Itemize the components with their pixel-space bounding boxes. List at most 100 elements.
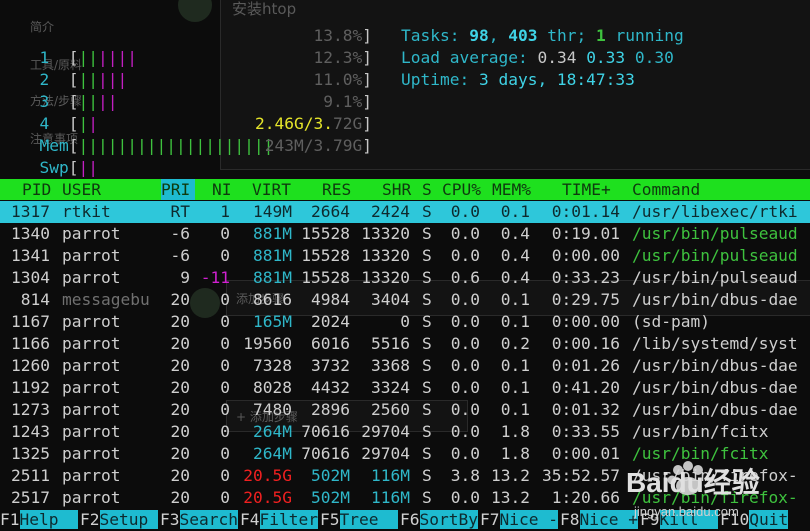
- cell-shr: 5516: [371, 334, 410, 353]
- col-user[interactable]: USER: [62, 179, 101, 200]
- cell-virt: 881M: [253, 268, 292, 287]
- cell-res: 2664: [311, 202, 350, 221]
- cell-time: 0:00.00: [551, 312, 620, 331]
- cell-s: S: [422, 400, 432, 419]
- cell-user: parrot: [62, 356, 121, 375]
- cell-time: 0:01.14: [551, 202, 620, 221]
- fkey-f2[interactable]: F2Setup: [80, 509, 160, 531]
- fkey-label: Tree: [339, 510, 398, 529]
- cell-pri: 20: [170, 422, 191, 441]
- cell-pid: 2511: [11, 466, 50, 485]
- cell-time: 0:00.01: [551, 444, 620, 463]
- cell-mem: 0.4: [500, 224, 530, 243]
- cell-cpu: 0.0: [450, 246, 480, 265]
- col-virt[interactable]: VIRT: [252, 179, 291, 200]
- cell-virt: 881M: [253, 224, 292, 243]
- table-row[interactable]: 1340 parrot -6 0 881M 15528 13320 S 0.0 0.4 0:19.0…: [0, 223, 810, 245]
- cell-mem: 13.2: [491, 488, 530, 507]
- fkey-label: Search: [179, 510, 238, 529]
- cell-time: 0:33.23: [551, 268, 620, 287]
- cell-mem: 0.4: [500, 268, 530, 287]
- cell-cpu: 0.0: [450, 290, 480, 309]
- fkey-label: Filter: [259, 510, 318, 529]
- cell-time: 1:20.66: [551, 488, 620, 507]
- fkey-f5[interactable]: F5Tree: [320, 509, 400, 531]
- cell-ni: 0: [220, 290, 230, 309]
- cell-cpu: 0.0: [450, 202, 480, 221]
- fkey-f3[interactable]: F3Search: [160, 509, 240, 531]
- table-row[interactable]: 1167 parrot 20 0 165M 2024 0 S 0.0 0.1 0:00.00 (sd-…: [0, 311, 810, 333]
- table-row[interactable]: 1243 parrot 20 0 264M 70616 29704 S 0.0 1.8 0:33.5…: [0, 421, 810, 443]
- cpu-meter-1: 1 [|||||| 13.8%]: [39, 26, 373, 67]
- cell-res: 15528: [301, 246, 350, 265]
- cell-pid: 1273: [11, 400, 50, 419]
- fkey-f6[interactable]: F6SortBy: [400, 509, 480, 531]
- table-row[interactable]: 1304 parrot 9 -11 881M 15528 13320 S 0.6 0.4 0:33.…: [0, 267, 810, 289]
- cell-cpu: 0.0: [450, 422, 480, 441]
- cell-virt: 7480: [253, 400, 292, 419]
- cell-pri: 20: [170, 444, 191, 463]
- col-res[interactable]: RES: [322, 179, 351, 200]
- cell-pri: RT: [170, 202, 191, 221]
- process-table-header: PID USER PRI NI VIRT RES SHR S CPU% MEM%…: [0, 179, 810, 200]
- cell-time: 0:01.32: [551, 400, 620, 419]
- cell-s: S: [422, 290, 432, 309]
- fkey-key: F4: [240, 510, 260, 529]
- cell-cmd: /usr/bin/dbus-dae: [632, 378, 798, 397]
- fkey-f1[interactable]: F1Help: [0, 509, 80, 531]
- cell-res: 6016: [311, 334, 350, 353]
- cell-shr: 29704: [361, 444, 410, 463]
- cell-cpu: 0.0: [450, 444, 480, 463]
- cell-s: S: [422, 246, 432, 265]
- cell-shr: 116M: [371, 488, 410, 507]
- table-row[interactable]: 814 messagebu 20 0 8616 4984 3404 S 0.0 0.1 0:29.7…: [0, 289, 810, 311]
- cell-ni: 0: [220, 224, 230, 243]
- fkey-f7[interactable]: F7Nice -: [480, 509, 560, 531]
- table-row[interactable]: 1166 parrot 20 0 19560 6016 5516 S 0.0 0.2 0:00.16…: [0, 333, 810, 355]
- col-time[interactable]: TIME+: [562, 179, 611, 200]
- cell-ni: 0: [220, 246, 230, 265]
- cell-shr: 2424: [371, 202, 410, 221]
- cell-res: 502M: [311, 488, 350, 507]
- col-ni[interactable]: NI: [212, 179, 232, 200]
- watermark-brand: Baidu经验: [626, 466, 760, 498]
- cell-pid: 1325: [11, 444, 50, 463]
- col-mem[interactable]: MEM%: [492, 179, 531, 200]
- cell-pid: 1304: [11, 268, 50, 287]
- cell-s: S: [422, 334, 432, 353]
- col-shr[interactable]: SHR: [382, 179, 411, 200]
- cell-cpu: 0.0: [450, 400, 480, 419]
- col-command[interactable]: Command: [632, 179, 700, 200]
- col-cpu[interactable]: CPU%: [442, 179, 481, 200]
- cell-time: 0:29.75: [551, 290, 620, 309]
- cell-pid: 1166: [11, 334, 50, 353]
- cell-time: 0:01.26: [551, 356, 620, 375]
- ghost-avatar: [178, 0, 212, 22]
- fkey-f4[interactable]: F4Filter: [240, 509, 320, 531]
- cell-user: parrot: [62, 400, 121, 419]
- table-row[interactable]: 1192 parrot 20 0 8028 4432 3324 S 0.0 0.1 0:41.20 /…: [0, 377, 810, 399]
- tasks-summary: Tasks: 98, 403 thr; 1 running: [401, 26, 684, 45]
- col-state[interactable]: S: [422, 179, 432, 200]
- cell-res: 4432: [311, 378, 350, 397]
- table-row[interactable]: 1273 parrot 20 0 7480 2896 2560 S 0.0 0.1 0:01.32 /…: [0, 399, 810, 421]
- cell-mem: 0.1: [500, 202, 530, 221]
- cell-ni: 1: [220, 202, 230, 221]
- cell-user: parrot: [62, 334, 121, 353]
- col-pri[interactable]: PRI: [161, 179, 195, 200]
- table-row[interactable]: 1260 parrot 20 0 7328 3732 3368 S 0.0 0.1 0:01.26 /…: [0, 355, 810, 377]
- cell-user: messagebu: [62, 290, 150, 309]
- cell-cmd: /usr/bin/pulseaud: [632, 268, 798, 287]
- cell-user: parrot: [62, 378, 121, 397]
- cell-pri: 20: [170, 378, 191, 397]
- cpu-meter-2: 2 [||||| 12.3%]: [39, 48, 373, 89]
- cell-mem: 13.2: [491, 466, 530, 485]
- col-pid[interactable]: PID: [22, 179, 51, 200]
- fkey-key: F2: [80, 510, 100, 529]
- table-row-selected[interactable]: 1317 rtkit RT 1 149M 2664 2424 S 0.0 0.1 0:01.14/u…: [0, 201, 810, 223]
- table-row[interactable]: 1341 parrot -6 0 881M 15528 13320 S 0.0 0.4 0:00.0…: [0, 245, 810, 267]
- fkey-key: F7: [480, 510, 500, 529]
- cell-shr: 13320: [361, 224, 410, 243]
- cell-shr: 116M: [371, 466, 410, 485]
- ghost-title: 安装htop: [232, 0, 297, 18]
